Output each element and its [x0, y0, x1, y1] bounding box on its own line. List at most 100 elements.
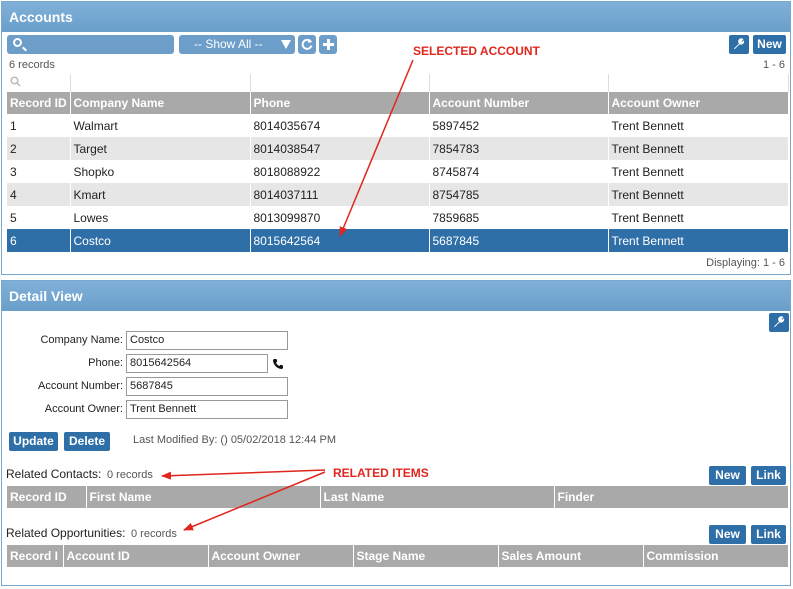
table-cell: Trent Bennett	[608, 183, 789, 206]
account-number-field[interactable]: 5687845	[126, 377, 288, 396]
column-header-record-id[interactable]: Record ID	[7, 92, 71, 114]
accounts-settings-button[interactable]	[729, 35, 749, 54]
column-header-account-owner[interactable]: Account Owner	[608, 92, 789, 114]
column-header-commission[interactable]: Commission	[643, 545, 789, 567]
table-cell: Shopko	[70, 160, 251, 183]
table-cell: Walmart	[70, 114, 251, 137]
table-cell: Lowes	[70, 206, 251, 229]
table-cell: 4	[7, 183, 71, 206]
last-modified: Last Modified By: () 05/02/2018 12:44 PM	[133, 434, 337, 446]
search-input[interactable]	[7, 35, 174, 54]
filter-cell[interactable]	[429, 74, 609, 92]
table-row[interactable]: 1 Walmart 8014035674 5897452 Trent Benne…	[7, 114, 789, 137]
table-cell: 8015642564	[250, 229, 430, 252]
table-cell: 7854783	[429, 137, 609, 160]
search-icon	[13, 38, 22, 47]
account-number-label: Account Number:	[38, 380, 123, 392]
add-button[interactable]	[319, 35, 337, 54]
header-row: Record I Account ID Account Owner Stage …	[7, 545, 789, 567]
table-cell: Costco	[70, 229, 251, 252]
table-cell: Trent Bennett	[608, 114, 789, 137]
filter-row	[7, 74, 789, 92]
table-cell: 5687845	[429, 229, 609, 252]
column-header-account-number[interactable]: Account Number	[429, 92, 609, 114]
related-contacts-table: Record ID First Name Last Name Finder	[7, 486, 789, 508]
contacts-link-button[interactable]: Link	[751, 466, 786, 485]
table-cell: 6	[7, 229, 71, 252]
table-cell: 8013099870	[250, 206, 430, 229]
column-header-record-id[interactable]: Record ID	[7, 486, 87, 508]
filter-cell[interactable]	[70, 74, 251, 92]
table-cell: 8745874	[429, 160, 609, 183]
table-cell: Kmart	[70, 183, 251, 206]
annotation-related-items: RELATED ITEMS	[333, 466, 429, 480]
plus-icon	[322, 39, 334, 50]
show-all-select[interactable]: -- Show All --	[179, 35, 295, 54]
detail-panel: Detail View Company Name: Costco Phone: …	[1, 280, 791, 586]
related-opportunities-table: Record I Account ID Account Owner Stage …	[7, 545, 789, 567]
filter-cell[interactable]	[608, 74, 789, 92]
delete-button[interactable]: Delete	[64, 432, 110, 451]
wrench-icon	[774, 316, 785, 328]
table-cell: 8014035674	[250, 114, 430, 137]
column-header-last-name[interactable]: Last Name	[320, 486, 555, 508]
column-header-company-name[interactable]: Company Name	[70, 92, 251, 114]
table-cell: Trent Bennett	[608, 229, 789, 252]
opportunities-link-button[interactable]: Link	[751, 525, 786, 544]
detail-title: Detail View	[2, 281, 790, 311]
table-cell: 5897452	[429, 114, 609, 137]
column-header-stage-name[interactable]: Stage Name	[353, 545, 499, 567]
update-button[interactable]: Update	[9, 432, 58, 451]
header-row: Record ID Company Name Phone Account Num…	[7, 92, 789, 114]
annotation-selected-account: SELECTED ACCOUNT	[413, 44, 540, 58]
phone-label: Phone:	[88, 357, 123, 369]
refresh-button[interactable]	[298, 35, 316, 54]
table-cell: 3	[7, 160, 71, 183]
column-header-phone[interactable]: Phone	[250, 92, 430, 114]
table-row[interactable]: 4 Kmart 8014037111 8754785 Trent Bennett	[7, 183, 789, 206]
phone-icon[interactable]	[272, 358, 284, 370]
table-cell: 8754785	[429, 183, 609, 206]
opportunities-new-button[interactable]: New	[709, 525, 746, 544]
table-row[interactable]: 5 Lowes 8013099870 7859685 Trent Bennett	[7, 206, 789, 229]
related-opportunities-label: Related Opportunities:	[6, 526, 126, 540]
table-row-selected[interactable]: 6 Costco 8015642564 5687845 Trent Bennet…	[7, 229, 789, 252]
table-cell: 8014037111	[250, 183, 430, 206]
table-cell: 5	[7, 206, 71, 229]
phone-field[interactable]: 8015642564	[126, 354, 268, 373]
header-row: Record ID First Name Last Name Finder	[7, 486, 789, 508]
table-row[interactable]: 3 Shopko 8018088922 8745874 Trent Bennet…	[7, 160, 789, 183]
table-cell: 7859685	[429, 206, 609, 229]
records-count: 6 records	[9, 59, 55, 71]
contacts-new-button[interactable]: New	[709, 466, 746, 485]
new-account-button[interactable]: New	[753, 35, 786, 54]
table-cell: Trent Bennett	[608, 206, 789, 229]
filter-cell[interactable]	[7, 74, 71, 92]
table-cell: Trent Bennett	[608, 137, 789, 160]
displaying-range: Displaying: 1 - 6	[706, 257, 785, 269]
accounts-title: Accounts	[2, 2, 790, 32]
table-cell: 1	[7, 114, 71, 137]
table-cell: 8014038547	[250, 137, 430, 160]
page-range: 1 - 6	[762, 59, 785, 71]
column-header-account-owner[interactable]: Account Owner	[208, 545, 354, 567]
accounts-toolbar: -- Show All -- New	[2, 32, 790, 56]
company-name-label: Company Name:	[40, 334, 123, 346]
table-cell: 2	[7, 137, 71, 160]
search-icon	[10, 76, 21, 87]
related-opportunities-count: 0 records	[131, 528, 177, 540]
account-owner-label: Account Owner:	[44, 403, 123, 415]
table-cell: Target	[70, 137, 251, 160]
filter-cell[interactable]	[250, 74, 430, 92]
table-cell: 8018088922	[250, 160, 430, 183]
column-header-finder[interactable]: Finder	[554, 486, 789, 508]
related-contacts-count: 0 records	[107, 469, 153, 481]
table-row[interactable]: 2 Target 8014038547 7854783 Trent Bennet…	[7, 137, 789, 160]
column-header-sales-amount[interactable]: Sales Amount	[498, 545, 644, 567]
account-owner-field[interactable]: Trent Bennett	[126, 400, 288, 419]
column-header-record-id[interactable]: Record I	[7, 545, 64, 567]
detail-settings-button[interactable]	[769, 313, 789, 332]
column-header-first-name[interactable]: First Name	[86, 486, 321, 508]
company-name-field[interactable]: Costco	[126, 331, 288, 350]
column-header-account-id[interactable]: Account ID	[63, 545, 209, 567]
